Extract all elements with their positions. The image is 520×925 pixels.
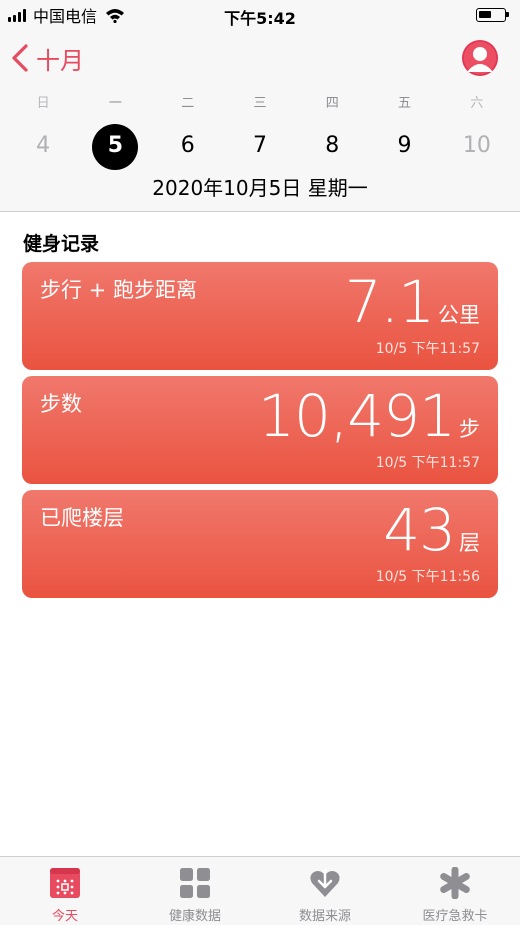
tab-health-data[interactable]: 健康数据: [130, 857, 260, 925]
section-title: 健身记录: [23, 233, 100, 255]
weekday-label: 一: [108, 96, 122, 111]
day-number: 7: [252, 133, 267, 158]
weekday-label: 二: [181, 96, 195, 111]
card-value: 10,491 步: [258, 382, 480, 450]
weekday-label: 日: [36, 96, 50, 111]
day-number: 9: [397, 133, 412, 158]
card-value: 7.1 公里: [345, 268, 480, 336]
weekday-row: 日 一 二 三 四 五 六: [7, 92, 513, 111]
calendar-icon: [50, 868, 80, 898]
status-bar: 中国电信 下午5:42: [0, 0, 520, 30]
card-timestamp: 10/5 下午11:56: [375, 569, 480, 585]
heart-download-icon: [310, 868, 340, 897]
card-timestamp: 10/5 下午11:57: [375, 455, 480, 471]
day-cell[interactable]: 9: [368, 124, 440, 168]
day-cell[interactable]: 4: [7, 124, 79, 168]
day-row: 4 5 6 7 8 9 10: [7, 124, 513, 170]
day-number: 10: [462, 133, 491, 158]
health-app-today: 中国电信 下午5:42 十月 日 一 二 三 四 五 六 4 5 6 7 8 9…: [0, 0, 520, 925]
tab-medical-id[interactable]: 医疗急救卡: [390, 857, 520, 925]
weekday-label: 六: [470, 96, 484, 111]
day-number: 8: [325, 133, 340, 158]
chevron-left-icon: [12, 44, 28, 72]
asterisk-icon: [440, 867, 470, 899]
month-label: 十月: [36, 46, 84, 75]
day-cell-selected[interactable]: 5: [79, 124, 151, 170]
selected-date-label: 2020年10月5日 星期一: [152, 176, 368, 200]
distance-card[interactable]: 步行 + 跑步距离 7.1 公里 10/5 下午11:57: [22, 262, 498, 370]
tab-label: 健康数据: [168, 909, 221, 924]
weekday-label: 四: [325, 96, 339, 111]
tab-data-sources[interactable]: 数据来源: [260, 857, 390, 925]
day-cell[interactable]: 10: [441, 124, 513, 168]
calendar-header: 十月 日 一 二 三 四 五 六 4 5 6 7 8 9 10 2020年10月…: [0, 30, 520, 212]
tab-label: 数据来源: [298, 909, 351, 924]
profile-avatar-icon: [462, 40, 498, 76]
tab-label: 医疗急救卡: [422, 909, 488, 924]
weekday-label: 五: [398, 96, 412, 111]
day-cell[interactable]: 8: [296, 124, 368, 168]
day-cell[interactable]: 7: [224, 124, 296, 168]
weekday-label: 三: [253, 96, 267, 111]
tab-bar: 今天 健康数据 数据来源 医疗急救卡: [0, 856, 520, 925]
card-number: 10,491: [258, 382, 456, 450]
card-title: 已爬楼层: [40, 506, 124, 530]
card-unit: 层: [459, 531, 480, 555]
tab-today[interactable]: 今天: [0, 857, 130, 925]
status-bar-time: 下午5:42: [224, 9, 296, 28]
card-title: 步行 + 跑步距离: [40, 278, 197, 302]
day-number: 4: [36, 133, 51, 158]
tab-label: 今天: [51, 909, 78, 924]
card-number: 43: [383, 496, 456, 564]
grid-icon: [180, 868, 210, 898]
day-number: 6: [180, 133, 195, 158]
card-unit: 公里: [438, 303, 480, 327]
battery-icon: [476, 8, 509, 22]
card-title: 步数: [40, 392, 82, 416]
back-button[interactable]: 十月: [10, 40, 84, 76]
card-number: 7.1: [344, 268, 435, 336]
day-cell[interactable]: 6: [152, 124, 224, 168]
day-number: 5: [107, 133, 124, 158]
floors-card[interactable]: 已爬楼层 43 层 10/5 下午11:56: [22, 490, 498, 598]
card-timestamp: 10/5 下午11:57: [375, 341, 480, 357]
steps-card[interactable]: 步数 10,491 步 10/5 下午11:57: [22, 376, 498, 484]
card-value: 43 层: [383, 496, 480, 564]
card-unit: 步: [459, 417, 480, 441]
profile-button[interactable]: [462, 40, 498, 76]
